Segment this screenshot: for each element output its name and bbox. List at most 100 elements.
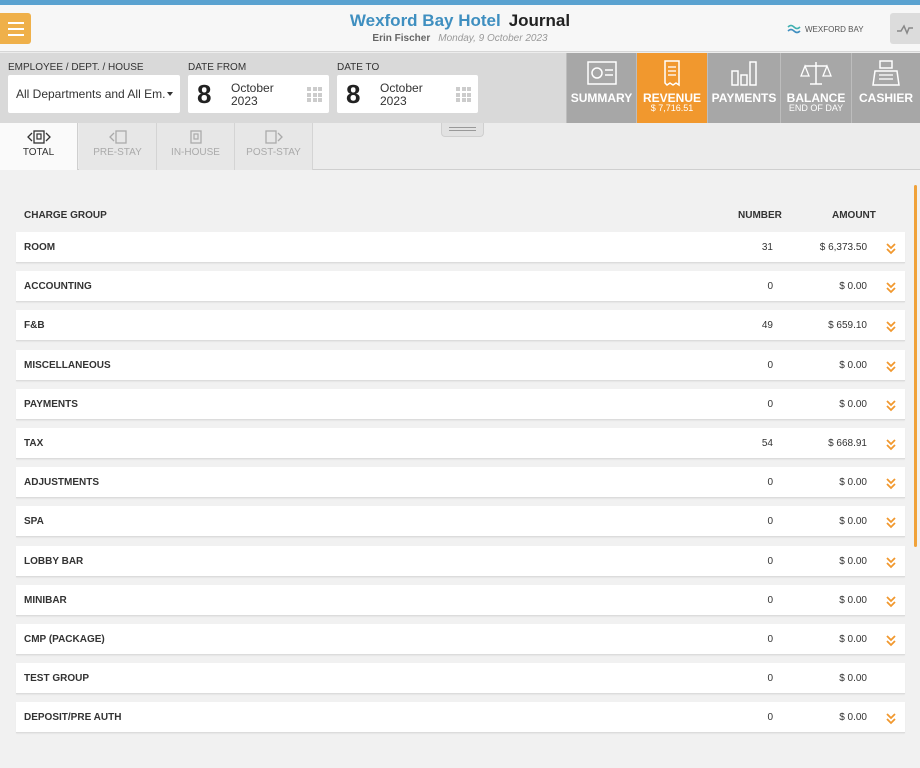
subtab-label: IN-HOUSE [171,147,220,158]
date-from-month: October [231,81,274,95]
tab-summary[interactable]: SUMMARY [566,53,636,123]
charge-group-number: 0 [767,634,773,645]
column-header-amount: AMOUNT [832,210,876,221]
chevron-double-down-icon[interactable] [886,242,896,255]
tab-revenue[interactable]: REVENUE $ 7,716.51 [636,53,707,130]
tab-cashier[interactable]: CASHIER [851,53,920,123]
chevron-double-down-icon[interactable] [886,438,896,451]
scrollbar[interactable] [914,185,917,547]
total-icon [26,130,51,144]
charge-group-number: 0 [767,516,773,528]
tab-label: CASHIER [858,91,913,105]
chevron-double-down-icon[interactable] [886,320,896,333]
chevron-double-down-icon[interactable] [886,477,896,490]
tab-label: SUMMARY [570,91,633,105]
subtab-total[interactable]: TOTAL [0,123,78,171]
activity-button[interactable] [890,13,920,44]
wave-logo-icon [787,24,801,34]
activity-icon [897,23,913,35]
chevron-double-down-icon[interactable] [886,516,896,529]
user-name: Erin Fischer [372,33,431,44]
column-header-number: NUMBER [738,210,782,221]
charge-group-amount: $ 0.00 [839,594,867,606]
calendar-grid-icon [456,87,471,102]
charge-group-name: ACCOUNTING [24,281,92,293]
table-row[interactable]: TAX 54 $ 668.91 [16,428,905,459]
balance-subtitle: END OF DAY [788,103,844,113]
charge-group-name: MINIBAR [24,594,67,606]
subtab-in-house[interactable]: IN-HOUSE [157,123,235,170]
table-row[interactable]: ADJUSTMENTS 0 $ 0.00 [16,467,905,499]
date-to-picker[interactable]: 8 October 2023 [337,75,478,113]
department-select[interactable]: All Departments and All Em. [8,75,180,113]
table-row[interactable]: CMP (PACKAGE) 0 $ 0.00 [16,624,905,655]
table-row[interactable]: F&B 49 $ 659.10 [16,310,905,342]
title-block: Wexford Bay Hotel Journal Erin Fischer Mon… [0,11,920,44]
charge-group-number: 0 [767,281,773,293]
chevron-double-down-icon[interactable] [886,360,896,372]
charge-group-number: 0 [767,398,773,410]
chevron-double-down-icon[interactable] [886,634,896,647]
charge-group-amount: $ 668.91 [828,438,867,449]
table-row[interactable]: MISCELLANEOUS 0 $ 0.00 [16,349,905,381]
charge-group-name: MISCELLANEOUS [24,359,111,371]
table-row[interactable]: ROOM 31 $ 6,373.50 [16,232,905,263]
subtab-pre-stay[interactable]: PRE-STAY [79,123,157,170]
charge-group-amount: $ 0.00 [839,634,867,645]
charge-group-amount: $ 0.00 [839,398,867,410]
receipt-icon [664,60,680,87]
charge-group-number: 0 [767,673,773,685]
tab-balance[interactable]: BALANCE END OF DAY [780,53,851,123]
charge-group-number: 31 [761,242,773,253]
table-row[interactable]: MINIBAR 0 $ 0.00 [16,584,905,616]
table-row[interactable]: SPA 0 $ 0.00 [16,506,905,538]
subtab-label: PRE-STAY [93,147,142,158]
brand-text: WEXFORD BAY [805,24,864,34]
cash-register-icon [872,60,900,86]
page-title: Journal [508,11,571,30]
brand-logo: WEXFORD BAY [787,19,877,39]
employee-filter-label: EMPLOYEE / DEPT. / HOUSE [8,62,144,73]
date-from-label: DATE FROM [188,62,247,73]
current-date: Monday, 9 October 2023 [438,33,548,44]
tab-payments[interactable]: PAYMENTS [707,53,780,123]
charge-group-amount: $ 0.00 [839,673,867,685]
table-row[interactable]: LOBBY BAR 0 $ 0.00 [16,545,905,577]
charge-group-number: 49 [761,320,773,332]
charge-group-amount: $ 6,373.50 [819,242,867,253]
charge-group-number: 0 [767,712,773,724]
chevron-double-down-icon[interactable] [886,281,896,294]
charge-group-name: ROOM [24,242,56,253]
date-from-picker[interactable]: 8 October 2023 [188,75,329,113]
charge-group-name: TAX [24,438,44,449]
date-to-label: DATE TO [337,62,380,73]
chevron-double-down-icon[interactable] [886,399,896,412]
table-row[interactable]: DEPOSIT/PRE AUTH 0 $ 0.00 [16,702,905,734]
charge-group-amount: $ 0.00 [839,281,867,293]
charge-group-amount: $ 659.10 [828,320,867,332]
post-stay-icon [264,130,283,144]
chevron-double-down-icon[interactable] [886,556,896,568]
date-from-year: 2023 [231,94,258,108]
chevron-double-down-icon[interactable] [886,712,896,725]
summary-icon [586,61,617,85]
charge-group-table: CHARGE GROUP NUMBER AMOUNT ROOM 31 $ 6,373… [0,170,920,768]
department-select-value: All Departments and All Em. [16,87,166,101]
charge-group-name: ADJUSTMENTS [24,477,100,489]
charge-group-name: SPA [24,516,44,528]
table-row[interactable]: ACCOUNTING 0 $ 0.00 [16,271,905,303]
charge-group-name: DEPOSIT/PRE AUTH [24,712,122,724]
header: Wexford Bay Hotel Journal Erin Fischer Mon… [0,5,920,52]
charge-group-amount: $ 0.00 [839,555,867,567]
pull-down-handle[interactable] [441,123,484,137]
date-to-month: October [380,81,423,95]
subtab-post-stay[interactable]: POST-STAY [235,123,313,170]
chevron-double-down-icon[interactable] [886,595,896,608]
bar-chart-icon [731,61,757,86]
charge-group-name: LOBBY BAR [24,555,84,567]
table-row[interactable]: PAYMENTS 0 $ 0.00 [16,388,905,420]
in-house-icon [189,130,202,144]
charge-group-name: F&B [24,320,45,332]
column-header-charge-group: CHARGE GROUP [24,210,107,221]
hotel-name: Wexford Bay Hotel [349,11,501,30]
